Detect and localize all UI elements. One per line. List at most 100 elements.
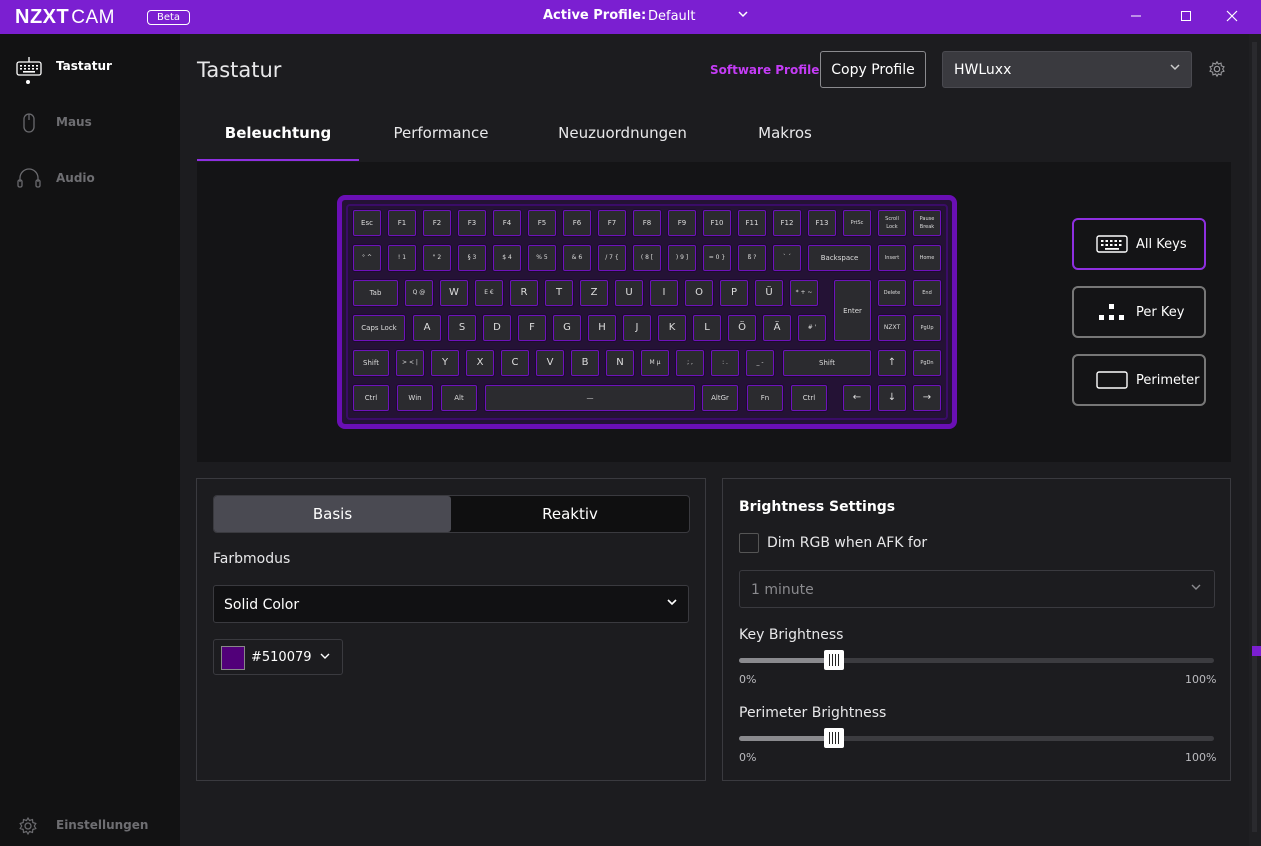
key-f9[interactable]: F9 <box>668 210 696 236</box>
key-v[interactable]: V <box>536 350 564 376</box>
key-ue[interactable]: Ü <box>755 280 783 306</box>
key-delete[interactable]: Delete <box>878 280 906 306</box>
key-tab[interactable]: Tab <box>353 280 398 306</box>
key-b[interactable]: B <box>571 350 599 376</box>
key-space[interactable]: — <box>485 385 695 411</box>
key-h[interactable]: H <box>588 315 616 341</box>
key-s[interactable]: S <box>448 315 476 341</box>
key-f1[interactable]: F1 <box>388 210 416 236</box>
key-fn[interactable]: Fn <box>747 385 783 411</box>
seg-reaktiv[interactable]: Reaktiv <box>451 496 689 532</box>
key-arrow-down[interactable]: ↓ <box>878 385 906 411</box>
key-f12[interactable]: F12 <box>773 210 801 236</box>
key-pgup[interactable]: PgUp <box>913 315 941 341</box>
key-pgdn[interactable]: PgDn <box>913 350 941 376</box>
key-d[interactable]: D <box>483 315 511 341</box>
key-8[interactable]: ( 8 [ <box>633 245 661 271</box>
key-nzxt[interactable]: NZXT <box>878 315 906 341</box>
key-ae[interactable]: Ä <box>763 315 791 341</box>
key-ctrl-left[interactable]: Ctrl <box>353 385 389 411</box>
key-f10[interactable]: F10 <box>703 210 731 236</box>
key-acute[interactable]: ` ´ <box>773 245 801 271</box>
minimize-icon[interactable] <box>1128 8 1144 24</box>
key-plus[interactable]: * + ~ <box>790 280 818 306</box>
device-select[interactable]: HWLuxx <box>942 51 1192 88</box>
key-g[interactable]: G <box>553 315 581 341</box>
key-oe[interactable]: Ö <box>728 315 756 341</box>
key-period[interactable]: : . <box>711 350 739 376</box>
key-9[interactable]: ) 9 ] <box>668 245 696 271</box>
key-enter[interactable]: Enter <box>834 280 871 341</box>
key-caret[interactable]: ° ^ <box>353 245 381 271</box>
key-6[interactable]: & 6 <box>563 245 591 271</box>
all-keys-button[interactable]: All Keys <box>1072 218 1206 270</box>
key-home[interactable]: Home <box>913 245 941 271</box>
copy-profile-button[interactable]: Copy Profile <box>820 51 926 88</box>
key-scroll-lock[interactable]: Scroll Lock <box>878 210 906 236</box>
key-u[interactable]: U <box>615 280 643 306</box>
key-5[interactable]: % 5 <box>528 245 556 271</box>
key-m[interactable]: M µ <box>641 350 669 376</box>
key-r[interactable]: R <box>510 280 538 306</box>
key-esc[interactable]: Esc <box>353 210 381 236</box>
tab-beleuchtung[interactable]: Beleuchtung <box>197 115 359 161</box>
dim-rgb-checkbox[interactable] <box>739 533 759 553</box>
slider-thumb[interactable] <box>824 650 844 670</box>
key-f6[interactable]: F6 <box>563 210 591 236</box>
key-n[interactable]: N <box>606 350 634 376</box>
key-3[interactable]: § 3 <box>458 245 486 271</box>
key-2[interactable]: " 2 <box>423 245 451 271</box>
key-p[interactable]: P <box>720 280 748 306</box>
key-k[interactable]: K <box>658 315 686 341</box>
key-prtsc[interactable]: PrtSc <box>843 210 871 236</box>
key-shift-left[interactable]: Shift <box>353 350 389 376</box>
key-sz[interactable]: ß ? <box>738 245 766 271</box>
settings-item[interactable]: Einstellungen <box>0 806 180 846</box>
key-pause[interactable]: Pause Break <box>913 210 941 236</box>
key-arrow-up[interactable]: ↑ <box>878 350 906 376</box>
key-f5[interactable]: F5 <box>528 210 556 236</box>
slider-thumb[interactable] <box>824 728 844 748</box>
farbmodus-select[interactable]: Solid Color <box>213 585 689 623</box>
key-t[interactable]: T <box>545 280 573 306</box>
key-4[interactable]: $ 4 <box>493 245 521 271</box>
key-hash[interactable]: # ' <box>798 315 826 341</box>
tab-performance[interactable]: Performance <box>370 115 512 161</box>
key-minus[interactable]: _ - <box>746 350 774 376</box>
key-j[interactable]: J <box>623 315 651 341</box>
per-key-button[interactable]: Per Key <box>1072 286 1206 338</box>
sidebar-item-audio[interactable]: Audio <box>0 159 180 199</box>
tab-makros[interactable]: Makros <box>740 115 830 161</box>
perimeter-brightness-slider[interactable] <box>739 728 1214 748</box>
key-caps-lock[interactable]: Caps Lock <box>353 315 405 341</box>
key-ctrl-right[interactable]: Ctrl <box>791 385 827 411</box>
sidebar-item-maus[interactable]: Maus <box>0 103 180 143</box>
key-y[interactable]: Y <box>431 350 459 376</box>
key-f8[interactable]: F8 <box>633 210 661 236</box>
key-altgr[interactable]: AltGr <box>702 385 738 411</box>
key-f13[interactable]: F13 <box>808 210 836 236</box>
key-i[interactable]: I <box>650 280 678 306</box>
close-icon[interactable] <box>1224 8 1240 24</box>
scrollbar[interactable] <box>1252 42 1257 832</box>
key-shift-right[interactable]: Shift <box>783 350 871 376</box>
key-o[interactable]: O <box>685 280 713 306</box>
key-f[interactable]: F <box>518 315 546 341</box>
key-arrow-right[interactable]: → <box>913 385 941 411</box>
key-1[interactable]: ! 1 <box>388 245 416 271</box>
key-angle[interactable]: > < | <box>396 350 424 376</box>
key-f4[interactable]: F4 <box>493 210 521 236</box>
tab-neuzuordnungen[interactable]: Neuzuordnungen <box>545 115 700 161</box>
key-z[interactable]: Z <box>580 280 608 306</box>
key-w[interactable]: W <box>440 280 468 306</box>
key-0[interactable]: = 0 } <box>703 245 731 271</box>
key-l[interactable]: L <box>693 315 721 341</box>
key-7[interactable]: / 7 { <box>598 245 626 271</box>
key-x[interactable]: X <box>466 350 494 376</box>
key-alt[interactable]: Alt <box>441 385 477 411</box>
chevron-down-icon[interactable] <box>737 8 749 23</box>
key-end[interactable]: End <box>913 280 941 306</box>
gear-icon[interactable] <box>1208 60 1226 78</box>
key-f3[interactable]: F3 <box>458 210 486 236</box>
key-f2[interactable]: F2 <box>423 210 451 236</box>
